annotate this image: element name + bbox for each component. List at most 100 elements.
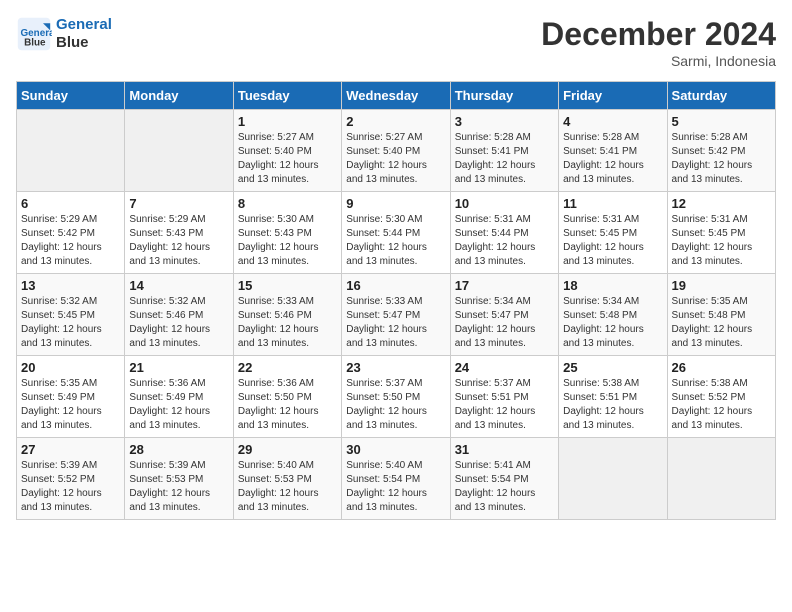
calendar-cell: 7 Sunrise: 5:29 AM Sunset: 5:43 PM Dayli…	[125, 192, 233, 274]
calendar-cell: 24 Sunrise: 5:37 AM Sunset: 5:51 PM Dayl…	[450, 356, 558, 438]
calendar-cell	[559, 438, 667, 520]
calendar-cell: 1 Sunrise: 5:27 AM Sunset: 5:40 PM Dayli…	[233, 110, 341, 192]
day-info: Sunrise: 5:40 AM Sunset: 5:53 PM Dayligh…	[238, 459, 337, 515]
calendar-cell: 28 Sunrise: 5:39 AM Sunset: 5:53 PM Dayl…	[125, 438, 233, 520]
day-info: Sunrise: 5:27 AM Sunset: 5:40 PM Dayligh…	[346, 131, 445, 187]
calendar-cell: 16 Sunrise: 5:33 AM Sunset: 5:47 PM Dayl…	[342, 274, 450, 356]
day-info: Sunrise: 5:31 AM Sunset: 5:44 PM Dayligh…	[455, 213, 554, 269]
day-info: Sunrise: 5:38 AM Sunset: 5:52 PM Dayligh…	[672, 377, 771, 433]
day-number: 19	[672, 278, 771, 293]
weekday-header-sunday: Sunday	[17, 82, 125, 110]
calendar-cell: 5 Sunrise: 5:28 AM Sunset: 5:42 PM Dayli…	[667, 110, 775, 192]
day-number: 13	[21, 278, 120, 293]
day-number: 24	[455, 360, 554, 375]
day-info: Sunrise: 5:36 AM Sunset: 5:49 PM Dayligh…	[129, 377, 228, 433]
weekday-header-wednesday: Wednesday	[342, 82, 450, 110]
day-number: 29	[238, 442, 337, 457]
day-number: 8	[238, 196, 337, 211]
day-number: 31	[455, 442, 554, 457]
calendar-cell: 17 Sunrise: 5:34 AM Sunset: 5:47 PM Dayl…	[450, 274, 558, 356]
day-info: Sunrise: 5:37 AM Sunset: 5:50 PM Dayligh…	[346, 377, 445, 433]
weekday-header-tuesday: Tuesday	[233, 82, 341, 110]
day-info: Sunrise: 5:33 AM Sunset: 5:47 PM Dayligh…	[346, 295, 445, 351]
day-number: 28	[129, 442, 228, 457]
day-info: Sunrise: 5:28 AM Sunset: 5:41 PM Dayligh…	[455, 131, 554, 187]
calendar-cell: 20 Sunrise: 5:35 AM Sunset: 5:49 PM Dayl…	[17, 356, 125, 438]
day-info: Sunrise: 5:35 AM Sunset: 5:49 PM Dayligh…	[21, 377, 120, 433]
calendar-cell: 9 Sunrise: 5:30 AM Sunset: 5:44 PM Dayli…	[342, 192, 450, 274]
calendar-cell: 4 Sunrise: 5:28 AM Sunset: 5:41 PM Dayli…	[559, 110, 667, 192]
calendar-week-2: 6 Sunrise: 5:29 AM Sunset: 5:42 PM Dayli…	[17, 192, 776, 274]
weekday-header-monday: Monday	[125, 82, 233, 110]
calendar-cell: 2 Sunrise: 5:27 AM Sunset: 5:40 PM Dayli…	[342, 110, 450, 192]
page-header: General Blue General Blue December 2024 …	[16, 16, 776, 69]
day-number: 30	[346, 442, 445, 457]
calendar-week-5: 27 Sunrise: 5:39 AM Sunset: 5:52 PM Dayl…	[17, 438, 776, 520]
calendar-cell: 11 Sunrise: 5:31 AM Sunset: 5:45 PM Dayl…	[559, 192, 667, 274]
day-info: Sunrise: 5:34 AM Sunset: 5:47 PM Dayligh…	[455, 295, 554, 351]
day-info: Sunrise: 5:36 AM Sunset: 5:50 PM Dayligh…	[238, 377, 337, 433]
location: Sarmi, Indonesia	[541, 53, 776, 69]
day-info: Sunrise: 5:28 AM Sunset: 5:42 PM Dayligh…	[672, 131, 771, 187]
calendar-cell: 15 Sunrise: 5:33 AM Sunset: 5:46 PM Dayl…	[233, 274, 341, 356]
day-number: 2	[346, 114, 445, 129]
day-number: 1	[238, 114, 337, 129]
day-number: 6	[21, 196, 120, 211]
calendar-cell: 22 Sunrise: 5:36 AM Sunset: 5:50 PM Dayl…	[233, 356, 341, 438]
day-number: 15	[238, 278, 337, 293]
calendar-cell	[125, 110, 233, 192]
day-number: 16	[346, 278, 445, 293]
day-info: Sunrise: 5:39 AM Sunset: 5:52 PM Dayligh…	[21, 459, 120, 515]
day-number: 7	[129, 196, 228, 211]
day-info: Sunrise: 5:29 AM Sunset: 5:42 PM Dayligh…	[21, 213, 120, 269]
day-info: Sunrise: 5:33 AM Sunset: 5:46 PM Dayligh…	[238, 295, 337, 351]
calendar-table: SundayMondayTuesdayWednesdayThursdayFrid…	[16, 81, 776, 520]
svg-text:Blue: Blue	[24, 38, 46, 49]
calendar-cell: 29 Sunrise: 5:40 AM Sunset: 5:53 PM Dayl…	[233, 438, 341, 520]
calendar-cell: 13 Sunrise: 5:32 AM Sunset: 5:45 PM Dayl…	[17, 274, 125, 356]
calendar-cell: 18 Sunrise: 5:34 AM Sunset: 5:48 PM Dayl…	[559, 274, 667, 356]
day-info: Sunrise: 5:41 AM Sunset: 5:54 PM Dayligh…	[455, 459, 554, 515]
day-info: Sunrise: 5:32 AM Sunset: 5:45 PM Dayligh…	[21, 295, 120, 351]
calendar-week-4: 20 Sunrise: 5:35 AM Sunset: 5:49 PM Dayl…	[17, 356, 776, 438]
calendar-header-row: SundayMondayTuesdayWednesdayThursdayFrid…	[17, 82, 776, 110]
day-info: Sunrise: 5:31 AM Sunset: 5:45 PM Dayligh…	[563, 213, 662, 269]
day-number: 10	[455, 196, 554, 211]
day-info: Sunrise: 5:34 AM Sunset: 5:48 PM Dayligh…	[563, 295, 662, 351]
day-number: 25	[563, 360, 662, 375]
calendar-cell: 27 Sunrise: 5:39 AM Sunset: 5:52 PM Dayl…	[17, 438, 125, 520]
day-info: Sunrise: 5:40 AM Sunset: 5:54 PM Dayligh…	[346, 459, 445, 515]
weekday-header-friday: Friday	[559, 82, 667, 110]
calendar-cell: 6 Sunrise: 5:29 AM Sunset: 5:42 PM Dayli…	[17, 192, 125, 274]
day-number: 4	[563, 114, 662, 129]
day-info: Sunrise: 5:28 AM Sunset: 5:41 PM Dayligh…	[563, 131, 662, 187]
calendar-cell: 25 Sunrise: 5:38 AM Sunset: 5:51 PM Dayl…	[559, 356, 667, 438]
calendar-cell: 3 Sunrise: 5:28 AM Sunset: 5:41 PM Dayli…	[450, 110, 558, 192]
day-number: 21	[129, 360, 228, 375]
calendar-cell: 14 Sunrise: 5:32 AM Sunset: 5:46 PM Dayl…	[125, 274, 233, 356]
calendar-cell: 12 Sunrise: 5:31 AM Sunset: 5:45 PM Dayl…	[667, 192, 775, 274]
calendar-cell: 10 Sunrise: 5:31 AM Sunset: 5:44 PM Dayl…	[450, 192, 558, 274]
logo: General Blue General Blue	[16, 16, 112, 52]
day-number: 11	[563, 196, 662, 211]
day-info: Sunrise: 5:27 AM Sunset: 5:40 PM Dayligh…	[238, 131, 337, 187]
calendar-cell: 19 Sunrise: 5:35 AM Sunset: 5:48 PM Dayl…	[667, 274, 775, 356]
day-number: 12	[672, 196, 771, 211]
calendar-cell: 8 Sunrise: 5:30 AM Sunset: 5:43 PM Dayli…	[233, 192, 341, 274]
day-number: 17	[455, 278, 554, 293]
calendar-cell	[17, 110, 125, 192]
day-info: Sunrise: 5:37 AM Sunset: 5:51 PM Dayligh…	[455, 377, 554, 433]
calendar-cell: 26 Sunrise: 5:38 AM Sunset: 5:52 PM Dayl…	[667, 356, 775, 438]
day-info: Sunrise: 5:29 AM Sunset: 5:43 PM Dayligh…	[129, 213, 228, 269]
day-number: 3	[455, 114, 554, 129]
logo-general: General	[56, 16, 112, 34]
calendar-cell: 31 Sunrise: 5:41 AM Sunset: 5:54 PM Dayl…	[450, 438, 558, 520]
day-info: Sunrise: 5:31 AM Sunset: 5:45 PM Dayligh…	[672, 213, 771, 269]
calendar-cell: 21 Sunrise: 5:36 AM Sunset: 5:49 PM Dayl…	[125, 356, 233, 438]
logo-blue: Blue	[56, 34, 112, 52]
calendar-week-1: 1 Sunrise: 5:27 AM Sunset: 5:40 PM Dayli…	[17, 110, 776, 192]
weekday-header-saturday: Saturday	[667, 82, 775, 110]
day-number: 14	[129, 278, 228, 293]
weekday-header-thursday: Thursday	[450, 82, 558, 110]
title-block: December 2024 Sarmi, Indonesia	[541, 16, 776, 69]
